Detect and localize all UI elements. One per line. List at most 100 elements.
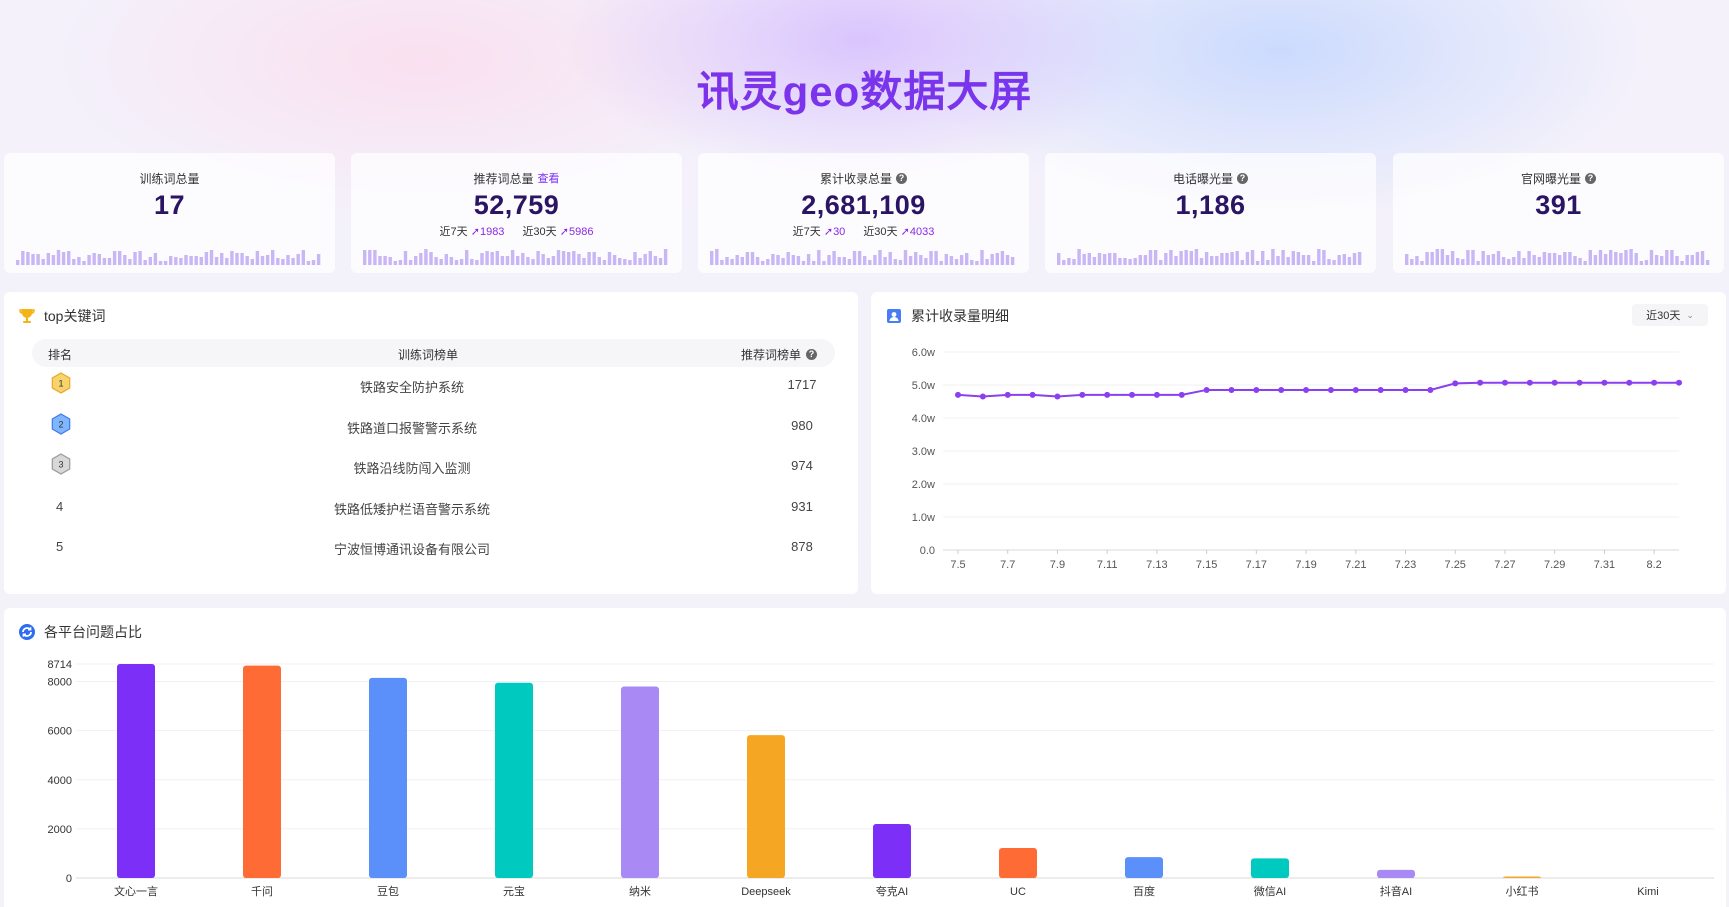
help-icon[interactable]: ? [1237,172,1248,184]
trend-item: 近30天 ➚4033 [863,223,934,239]
spark-bar [1082,254,1086,265]
spark-bar [863,256,867,265]
spark-bar [107,258,112,265]
help-icon[interactable]: ? [806,349,818,360]
data-point [1676,379,1682,386]
spark-bar [1700,251,1705,265]
spark-bar [1057,253,1061,265]
data-point [1004,391,1011,398]
keyword-name: 铁路沿线防闯入监测 [353,461,471,476]
spark-bar [1266,260,1270,265]
spark-bar [592,252,596,265]
spark-bar [383,256,387,265]
y-tick-label: 8000 [48,677,72,689]
bar [747,735,785,878]
x-tick-label: 7.19 [1295,559,1316,571]
spark-bar [1542,252,1547,265]
platform-panel: 各平台问题占比 0 2000 4000 6000 8000 8714 文心一言 千问 豆包 元宝纳… [4,608,1726,907]
spark-bar [1000,251,1005,265]
spark-bar [1527,251,1531,265]
spark-bar [1169,250,1173,265]
spark-bar [1634,253,1638,265]
spark-bar [1327,259,1331,265]
spark-bar [1164,253,1168,265]
spark-bar [495,251,499,265]
x-tick-label: 元宝 [503,884,525,898]
keyword-count: 931 [791,498,813,514]
spark-bar [577,254,581,265]
spark-bar [505,256,510,265]
spark-bar [786,252,790,265]
spark-bar [1317,249,1321,265]
stat-trend: 近7天 ➚1983 近30天 ➚5986 [351,223,682,239]
spark-bar [378,256,382,265]
stat-label: 电话曝光量 [1172,171,1233,186]
spark-bar [77,257,81,265]
spark-bar [587,252,591,265]
platform-bar-chart: 0 2000 4000 6000 8000 8714 文心一言 千问 豆包 元宝 纳米 Deepsee… [48,659,1714,898]
x-tick-label: 7.23 [1395,559,1416,571]
spark-bar [123,255,127,265]
spark-bar [1450,251,1455,265]
spark-bar [771,254,775,265]
y-tick-label: 4.0w [912,413,935,425]
spark-bar [1532,255,1536,265]
spark-bar [949,256,954,265]
keyword-row: 5 宁波恒博通讯设备有限公司 878 [32,528,835,566]
x-tick-label: Kimi [1637,886,1658,898]
spark-bar [832,251,836,265]
spark-bar [1357,252,1362,265]
trend-item: 近7天 ➚1983 [440,223,505,239]
spark-bar [26,252,30,265]
spark-bar [1250,250,1255,265]
spark-bar [1603,254,1608,265]
spark-bar [1512,257,1516,265]
spark-bar [868,260,872,265]
spark-bar [265,255,270,265]
spark-bar [1496,251,1501,265]
spark-bar [791,255,795,265]
bar [873,823,911,878]
spark-bar [812,261,816,265]
spark-bar [225,258,229,265]
spark-bar [551,256,556,265]
x-tick-label: 豆包 [377,885,399,898]
spark-bar [658,258,663,265]
spark-bar [536,251,540,265]
y-tick-label: 6.0w [912,347,935,359]
spark-bar [1153,250,1158,265]
view-link[interactable]: 查看 [538,170,560,186]
spark-bar [388,257,392,265]
spark-bar [148,257,152,265]
spark-bar [648,251,652,265]
help-icon[interactable]: ? [1585,172,1596,184]
data-point [1626,379,1633,386]
spark-bar [801,261,806,265]
spark-bar [363,250,367,265]
spark-bar [1322,250,1326,265]
spark-bar [1552,253,1557,265]
spark-bar [475,260,479,265]
spark-bar [316,254,321,265]
spark-bar [919,255,923,265]
x-tick-label: 7.5 [950,559,965,571]
col-recommend[interactable]: 推荐词榜单 ? [741,346,818,363]
spark-bar [97,254,101,265]
x-tick-label: 7.17 [1246,559,1267,571]
spark-bar [368,250,372,265]
col-recommend-label: 推荐词榜单 [741,348,802,362]
y-tick-label: 8714 [48,659,72,671]
data-point [1427,386,1434,393]
spark-bar [403,251,408,265]
data-point [1203,386,1210,393]
x-tick-label: 7.11 [1097,559,1118,571]
spark-bar [1654,255,1659,265]
help-icon[interactable]: ? [896,172,907,184]
spark-bar [1255,261,1260,265]
bar [999,848,1037,878]
spark-bar [291,258,295,265]
spark-bar [1425,252,1429,265]
spark-bar [169,256,173,265]
spark-bar [245,256,249,265]
spark-bar [1062,260,1066,265]
